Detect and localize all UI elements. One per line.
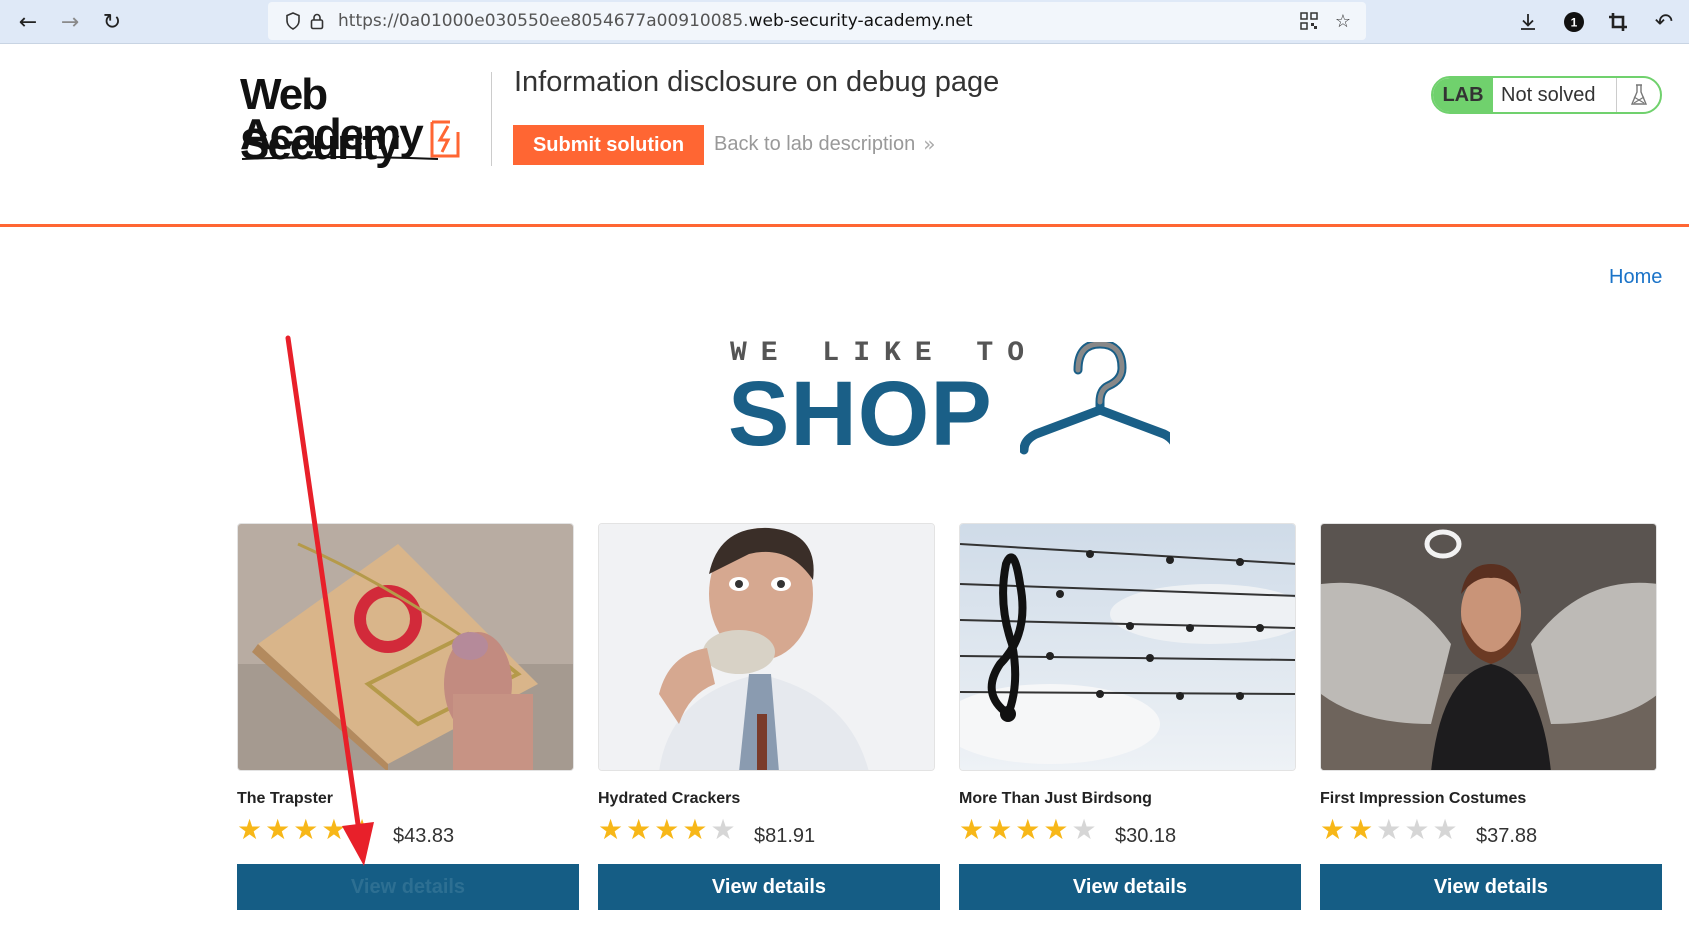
rating-stars: ★ ★ ★ ★ ★: [237, 813, 375, 846]
double-chevron-right-icon: »: [923, 132, 936, 156]
url-prefix: https://0a01000e030550ee8054677a00910085…: [338, 11, 749, 31]
lab-tag: LAB: [1433, 78, 1493, 112]
lab-title: Information disclosure on debug page: [514, 66, 1000, 98]
header-divider: [491, 72, 492, 166]
flask-icon: [1617, 78, 1660, 112]
star-filled-icon: ★: [237, 813, 263, 846]
star-empty-icon: ★: [1404, 813, 1430, 846]
url-text[interactable]: https://0a01000e030550ee8054677a00910085…: [338, 11, 973, 31]
star-filled-icon: ★: [626, 813, 652, 846]
product-name: The Trapster: [237, 790, 334, 807]
download-icon[interactable]: [1514, 8, 1542, 36]
view-details-button[interactable]: View details: [1320, 864, 1662, 910]
extension-badge-icon[interactable]: 1: [1560, 8, 1588, 36]
back-link-label: Back to lab description: [714, 132, 916, 155]
rating-stars: ★ ★ ★ ★ ★: [1320, 813, 1458, 846]
product-price: $30.18: [1115, 825, 1177, 847]
logo-bolt-icon: [430, 120, 460, 158]
product-image-costumes[interactable]: [1320, 523, 1657, 771]
view-details-button[interactable]: View details: [237, 864, 579, 910]
product-image-hydrated-crackers[interactable]: [598, 523, 935, 771]
web-security-academy-logo[interactable]: Web Security Academy: [240, 70, 490, 169]
star-filled-icon: ★: [598, 813, 624, 846]
address-bar[interactable]: https://0a01000e030550ee8054677a00910085…: [268, 2, 1366, 40]
star-filled-icon: ★: [349, 813, 375, 846]
product-name: First Impression Costumes: [1320, 790, 1527, 807]
product-name: Hydrated Crackers: [598, 790, 741, 807]
header-separator: [0, 224, 1689, 227]
rating-stars: ★ ★ ★ ★ ★: [598, 813, 736, 846]
logo-line-2: Academy: [240, 110, 424, 159]
banner-title: SHOP: [728, 363, 993, 465]
svg-text:1: 1: [1571, 16, 1578, 30]
star-filled-icon: ★: [987, 813, 1013, 846]
lock-icon[interactable]: [306, 10, 328, 32]
product-image-trapster[interactable]: [237, 523, 574, 771]
reload-icon[interactable]: ↻: [98, 8, 126, 36]
star-filled-icon: ★: [959, 813, 985, 846]
star-filled-icon: ★: [293, 813, 319, 846]
product-price: $81.91: [754, 825, 816, 847]
lab-status-badge: LAB Not solved: [1431, 76, 1662, 114]
view-details-button[interactable]: View details: [959, 864, 1301, 910]
star-filled-icon: ★: [1348, 813, 1374, 846]
forward-arrow-icon[interactable]: →: [56, 8, 84, 36]
back-arrow-icon[interactable]: ←: [14, 8, 42, 36]
logo-underline-icon: [241, 156, 439, 160]
rating-stars: ★ ★ ★ ★ ★: [959, 813, 1097, 846]
product-price: $37.88: [1476, 825, 1538, 847]
product-image-birdsong[interactable]: [959, 523, 1296, 771]
star-filled-icon: ★: [1043, 813, 1069, 846]
star-filled-icon: ★: [1320, 813, 1346, 846]
shield-icon[interactable]: [282, 10, 304, 32]
product-price: $43.83: [393, 825, 455, 847]
star-empty-icon: ★: [1432, 813, 1458, 846]
hanger-icon: [1020, 342, 1170, 455]
star-filled-icon: ★: [654, 813, 680, 846]
url-host: web-security-academy.net: [748, 11, 973, 31]
star-filled-icon: ★: [682, 813, 708, 846]
star-empty-icon: ★: [1071, 813, 1097, 846]
browser-toolbar: ← → ↻ https://0a01000e030550ee8054677a00…: [0, 0, 1689, 44]
lab-status-text: Not solved: [1493, 78, 1617, 112]
star-filled-icon: ★: [321, 813, 347, 846]
star-empty-icon: ★: [710, 813, 736, 846]
star-bookmark-icon[interactable]: ☆: [1332, 10, 1354, 32]
star-empty-icon: ★: [1376, 813, 1402, 846]
qr-code-icon[interactable]: [1298, 10, 1320, 32]
crop-icon[interactable]: [1604, 8, 1632, 36]
star-filled-icon: ★: [265, 813, 291, 846]
product-name: More Than Just Birdsong: [959, 790, 1152, 807]
star-filled-icon: ★: [1015, 813, 1041, 846]
undo-arrow-icon[interactable]: ↶: [1650, 8, 1678, 36]
home-link[interactable]: Home: [1609, 266, 1662, 289]
view-details-button[interactable]: View details: [598, 864, 940, 910]
back-to-lab-description-link[interactable]: Back to lab description »: [714, 132, 935, 156]
submit-solution-button[interactable]: Submit solution: [513, 125, 704, 165]
